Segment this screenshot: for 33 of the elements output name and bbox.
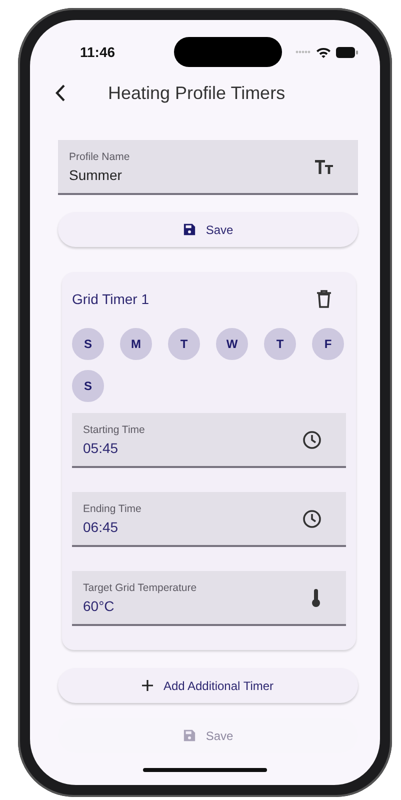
text-size-icon xyxy=(314,158,334,174)
field-label: Profile Name xyxy=(69,150,130,162)
day-toggle[interactable]: T xyxy=(168,328,200,360)
clock-icon xyxy=(302,508,322,528)
field-label: Starting Time xyxy=(83,424,145,436)
status-time: 11:46 xyxy=(80,44,116,60)
day-toggle[interactable]: T xyxy=(264,328,296,360)
field-value: 60°C xyxy=(83,598,114,614)
wifi-icon xyxy=(316,46,331,58)
signal-icon xyxy=(295,50,311,54)
page-title: Heating Profile Timers xyxy=(108,82,286,104)
save-button[interactable]: Save xyxy=(58,212,358,247)
timer-title: Grid Timer 1 xyxy=(72,291,150,307)
temperature-field[interactable]: Target Grid Temperature 60°C xyxy=(72,571,346,626)
field-label: Target Grid Temperature xyxy=(83,582,197,594)
day-toggle[interactable]: S xyxy=(72,328,104,360)
add-timer-button[interactable]: Add Additional Timer xyxy=(58,668,358,703)
day-toggle[interactable]: F xyxy=(312,328,344,360)
day-toggle[interactable]: M xyxy=(120,328,152,360)
field-value: Summer xyxy=(69,166,122,182)
field-value: 06:45 xyxy=(83,518,118,534)
plus-icon xyxy=(142,680,154,691)
time-field[interactable]: Ending Time 06:45 xyxy=(72,492,346,547)
battery-icon xyxy=(336,46,358,58)
thermometer-icon xyxy=(310,588,322,608)
time-field[interactable]: Starting Time 05:45 xyxy=(72,413,346,468)
field-value: 05:45 xyxy=(83,440,118,456)
day-toggle[interactable]: S xyxy=(72,370,104,402)
text-field[interactable]: Profile Name Summer xyxy=(58,140,358,195)
field-label: Ending Time xyxy=(83,502,142,514)
clock-icon xyxy=(302,430,322,450)
day-toggle[interactable]: W xyxy=(216,328,248,360)
trash-icon[interactable] xyxy=(316,290,332,308)
